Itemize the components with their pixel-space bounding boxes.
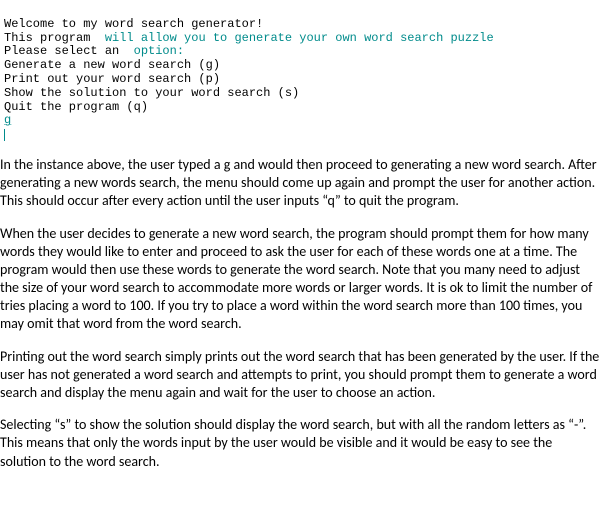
console-user-input: g — [4, 113, 11, 127]
console-line-desc-a: This program — [4, 31, 98, 45]
console-line-select-b: option: — [126, 44, 184, 58]
console-line-option-s: Show the solution to your word search (s… — [4, 86, 299, 100]
paragraph-3: Printing out the word search simply prin… — [0, 348, 600, 403]
console-line-welcome: Welcome to my word search generator! — [4, 17, 263, 31]
console-line-option-p: Print out your word search (p) — [4, 72, 220, 86]
console-output: Welcome to my word search generator! Thi… — [0, 0, 604, 142]
console-cursor — [4, 129, 5, 141]
paragraph-1: In the instance above, the user typed a … — [0, 156, 600, 211]
paragraph-4: Selecting “s” to show the solution shoul… — [0, 416, 600, 471]
console-line-option-q: Quit the program (q) — [4, 100, 148, 114]
console-line-option-g: Generate a new word search (g) — [4, 58, 220, 72]
paragraph-2: When the user decides to generate a new … — [0, 225, 600, 334]
instructions-body: In the instance above, the user typed a … — [0, 156, 604, 477]
console-line-select-a: Please select an — [4, 44, 126, 58]
console-line-desc-b: will allow you to generate your own word… — [98, 31, 494, 45]
